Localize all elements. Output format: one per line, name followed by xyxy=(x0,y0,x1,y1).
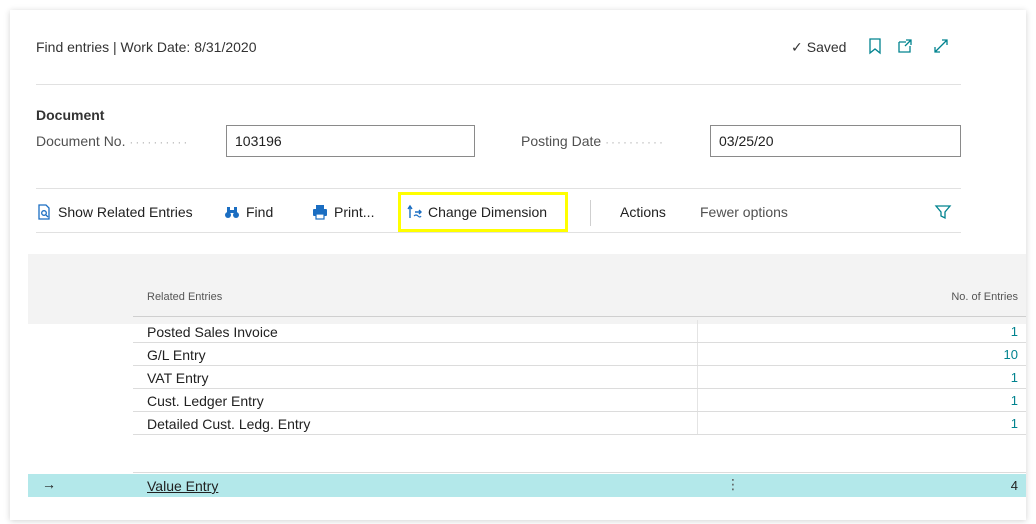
table-row[interactable]: Cust. Ledger Entry 1 xyxy=(28,389,1026,412)
expand-icon[interactable] xyxy=(932,37,950,55)
document-search-icon xyxy=(38,204,50,220)
document-no-value: 103196 xyxy=(235,133,282,149)
printer-icon xyxy=(313,205,327,220)
row-actions-kebab-icon[interactable]: ⋮ xyxy=(726,476,740,493)
entry-count-link[interactable]: 4 xyxy=(1011,478,1018,493)
grid-header-divider xyxy=(133,316,1026,317)
open-new-window-icon[interactable] xyxy=(896,37,914,55)
toolbar-separator xyxy=(590,200,591,226)
column-divider xyxy=(697,389,698,412)
posting-date-field[interactable]: 03/25/20 xyxy=(710,125,961,157)
find-button[interactable]: Find xyxy=(224,196,273,228)
table-row-selected[interactable]: → Value Entry ⋮ 4 xyxy=(28,474,1026,497)
show-related-entries-button[interactable]: Show Related Entries xyxy=(36,196,193,228)
related-entry-name: G/L Entry xyxy=(147,347,206,363)
posting-date-label: Posting Date ·········· xyxy=(521,133,666,149)
header-divider xyxy=(36,84,961,85)
column-divider xyxy=(697,343,698,366)
page-header: Find entries | Work Date: 8/31/2020 ✓ Sa… xyxy=(36,36,956,58)
entry-count-link[interactable]: 1 xyxy=(1011,393,1018,408)
print-button[interactable]: Print... xyxy=(312,196,374,228)
entry-count-link[interactable]: 1 xyxy=(1011,416,1018,431)
toolbar-divider xyxy=(36,232,961,233)
document-no-field[interactable]: 103196 xyxy=(226,125,475,157)
related-entry-name: Posted Sales Invoice xyxy=(147,324,278,340)
related-entry-name: Detailed Cust. Ledg. Entry xyxy=(147,416,311,432)
table-row[interactable]: Posted Sales Invoice 1 xyxy=(28,320,1026,343)
document-divider xyxy=(36,188,961,189)
print-label: Print... xyxy=(334,204,375,220)
grid-header-background xyxy=(28,254,1026,324)
column-header-no-of-entries[interactable]: No. of Entries xyxy=(951,291,1018,303)
saved-label: Saved xyxy=(806,39,847,55)
posting-date-value: 03/25/20 xyxy=(719,133,774,149)
column-divider xyxy=(697,412,698,435)
table-row[interactable]: VAT Entry 1 xyxy=(28,366,1026,389)
binoculars-icon xyxy=(225,207,239,218)
fewer-options-label: Fewer options xyxy=(700,204,788,220)
saved-status: ✓ Saved xyxy=(791,39,846,56)
actions-label: Actions xyxy=(620,204,666,220)
related-entry-name: VAT Entry xyxy=(147,370,209,386)
find-label: Find xyxy=(246,204,274,220)
entry-count-link[interactable]: 1 xyxy=(1011,370,1018,385)
document-no-label: Document No. ·········· xyxy=(36,133,190,149)
bookmark-icon[interactable] xyxy=(866,37,884,55)
related-entry-name[interactable]: Value Entry xyxy=(147,478,218,494)
filter-icon[interactable] xyxy=(934,203,952,221)
row-divider xyxy=(133,472,1026,473)
column-header-related-entries[interactable]: Related Entries xyxy=(147,291,222,303)
column-divider xyxy=(697,320,698,343)
selected-row-arrow-icon: → xyxy=(42,476,56,492)
table-row[interactable]: Detailed Cust. Ledg. Entry 1 xyxy=(28,412,1026,435)
table-row[interactable]: G/L Entry 10 xyxy=(28,343,1026,366)
actions-menu[interactable]: Actions xyxy=(620,196,666,228)
change-dimension-highlight xyxy=(398,192,568,232)
fewer-options-button[interactable]: Fewer options xyxy=(700,196,788,228)
show-related-entries-label: Show Related Entries xyxy=(58,204,193,220)
checkmark-icon: ✓ xyxy=(791,38,803,55)
column-divider xyxy=(697,366,698,389)
related-entry-name: Cust. Ledger Entry xyxy=(147,393,264,409)
section-title-document: Document xyxy=(36,107,105,123)
entry-count-link[interactable]: 10 xyxy=(1004,347,1018,362)
page-title: Find entries | Work Date: 8/31/2020 xyxy=(36,39,257,55)
entry-count-link[interactable]: 1 xyxy=(1011,324,1018,339)
row-divider xyxy=(133,434,1026,435)
